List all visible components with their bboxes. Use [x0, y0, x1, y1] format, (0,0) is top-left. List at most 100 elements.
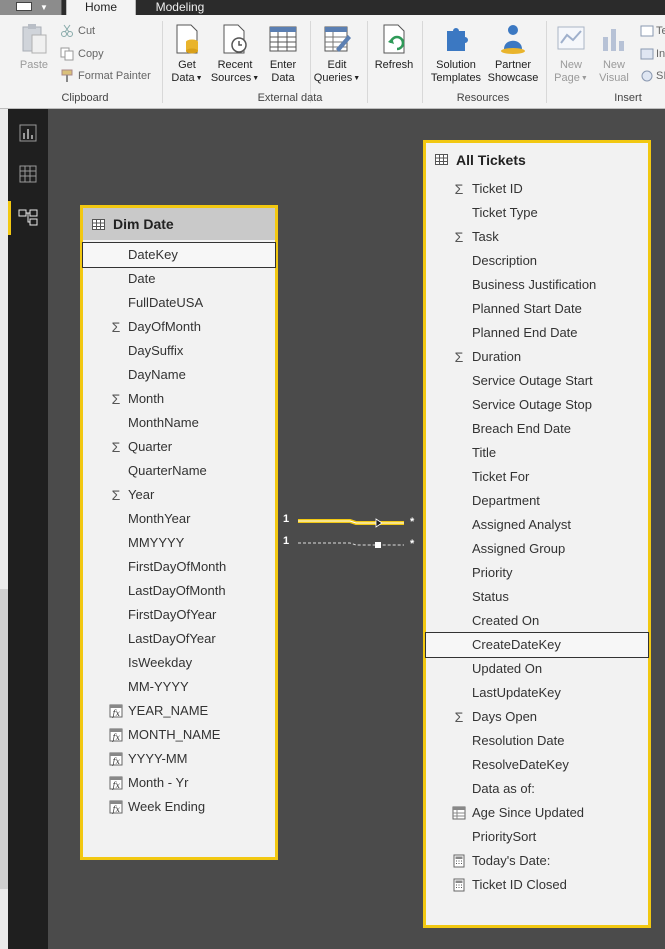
field-row[interactable]: fx YEAR_NAME — [83, 699, 275, 723]
table-title: Dim Date — [113, 216, 174, 232]
field-label: Quarter — [128, 439, 173, 454]
field-row[interactable]: ResolveDateKey — [426, 753, 648, 777]
field-row[interactable]: FirstDayOfMonth — [83, 555, 275, 579]
field-label: Status — [472, 589, 509, 604]
field-row[interactable]: LastUpdateKey — [426, 681, 648, 705]
field-label: FullDateUSA — [128, 295, 204, 310]
table-card-all-tickets[interactable]: All Tickets Σ Ticket ID Ticket Type Σ Task De… — [423, 140, 651, 928]
table-header[interactable]: Dim Date — [83, 208, 275, 240]
field-row[interactable]: Resolution Date — [426, 729, 648, 753]
field-row[interactable]: Ticket ID Closed — [426, 873, 648, 897]
field-label: PrioritySort — [472, 829, 537, 844]
field-row[interactable]: Planned End Date — [426, 321, 648, 345]
field-label: Business Justification — [472, 277, 597, 292]
field-row[interactable]: Σ Quarter — [83, 435, 275, 459]
field-row[interactable]: Description — [426, 249, 648, 273]
field-row[interactable]: LastDayOfMonth — [83, 579, 275, 603]
field-row[interactable]: DaySuffix — [83, 339, 275, 363]
calculated-column-icon: fx — [109, 776, 123, 790]
field-row[interactable]: MM-YYYY — [83, 675, 275, 699]
field-row[interactable]: LastDayOfYear — [83, 627, 275, 651]
field-row[interactable]: MonthName — [83, 411, 275, 435]
field-row[interactable]: Ticket Type — [426, 201, 648, 225]
sigma-icon: Σ — [111, 319, 121, 335]
field-label: DayName — [128, 367, 186, 382]
field-row[interactable]: Service Outage Stop — [426, 393, 648, 417]
field-row[interactable]: Σ Task — [426, 225, 648, 249]
sigma-icon: Σ — [454, 349, 464, 365]
table-header[interactable]: All Tickets — [426, 143, 648, 177]
field-row[interactable]: Priority — [426, 561, 648, 585]
field-row[interactable]: Age Since Updated — [426, 801, 648, 825]
field-row[interactable]: Service Outage Start — [426, 369, 648, 393]
field-row[interactable]: Created On — [426, 609, 648, 633]
field-row[interactable]: MonthYear — [83, 507, 275, 531]
field-row[interactable]: QuarterName — [83, 459, 275, 483]
field-label: Data as of: — [472, 781, 535, 796]
field-row[interactable]: Planned Start Date — [426, 297, 648, 321]
field-row[interactable]: Ticket For — [426, 465, 648, 489]
relationship-inactive[interactable] — [298, 542, 404, 548]
field-label: QuarterName — [128, 463, 207, 478]
field-label: Ticket Type — [472, 205, 538, 220]
field-row[interactable]: FullDateUSA — [83, 291, 275, 315]
field-row[interactable]: Today's Date: — [426, 849, 648, 873]
field-row[interactable]: Data as of: — [426, 777, 648, 801]
field-row[interactable]: Σ Year — [83, 483, 275, 507]
field-label: MM-YYYY — [128, 679, 189, 694]
svg-text:fx: fx — [112, 757, 121, 766]
field-row[interactable]: Σ Duration — [426, 345, 648, 369]
field-row[interactable]: Business Justification — [426, 273, 648, 297]
field-row[interactable]: Assigned Analyst — [426, 513, 648, 537]
field-row[interactable]: DayName — [83, 363, 275, 387]
field-row[interactable]: Σ DayOfMonth — [83, 315, 275, 339]
field-label: DayOfMonth — [128, 319, 201, 334]
relationship-cardinality-many: * — [410, 516, 415, 528]
table-card-dim-date[interactable]: Dim Date DateKey Date FullDateUSA Σ DayOfMon… — [80, 205, 278, 860]
table-title: All Tickets — [456, 152, 526, 168]
field-label: MMYYYY — [128, 535, 185, 550]
field-label: Days Open — [472, 709, 538, 724]
calculated-table-icon — [452, 806, 466, 820]
field-row[interactable]: Σ Month — [83, 387, 275, 411]
field-label: YEAR_NAME — [128, 703, 209, 718]
field-label: Month — [128, 391, 165, 406]
field-label: MONTH_NAME — [128, 727, 221, 742]
field-row[interactable]: FirstDayOfYear — [83, 603, 275, 627]
field-row[interactable]: fx YYYY-MM — [83, 747, 275, 771]
field-label: Resolution Date — [472, 733, 565, 748]
field-label: DateKey — [128, 247, 178, 262]
field-label: Year — [128, 487, 155, 502]
field-row[interactable]: Status — [426, 585, 648, 609]
field-row[interactable]: MMYYYY — [83, 531, 275, 555]
field-row[interactable]: Date — [83, 267, 275, 291]
field-row[interactable]: Title — [426, 441, 648, 465]
field-label: Date — [128, 271, 156, 286]
field-label: Planned Start Date — [472, 301, 582, 316]
field-row[interactable]: Department — [426, 489, 648, 513]
field-row[interactable]: Σ Ticket ID — [426, 177, 648, 201]
field-row[interactable]: fx Week Ending — [83, 795, 275, 819]
field-label: Task — [472, 229, 499, 244]
field-row[interactable]: Σ Days Open — [426, 705, 648, 729]
table-icon — [92, 219, 105, 230]
field-label: FirstDayOfMonth — [128, 559, 227, 574]
calculated-column-icon: fx — [109, 752, 123, 766]
field-row[interactable]: CreateDateKey — [425, 632, 649, 658]
field-row[interactable]: IsWeekday — [83, 651, 275, 675]
field-row[interactable]: DateKey — [82, 242, 276, 268]
sigma-icon: Σ — [111, 487, 121, 503]
field-row[interactable]: fx MONTH_NAME — [83, 723, 275, 747]
calculated-column-icon: fx — [109, 800, 123, 814]
field-row[interactable]: Updated On — [426, 657, 648, 681]
field-row[interactable]: Breach End Date — [426, 417, 648, 441]
relationship-active[interactable] — [298, 518, 404, 528]
field-row[interactable]: PrioritySort — [426, 825, 648, 849]
svg-text:fx: fx — [112, 733, 121, 742]
field-label: LastUpdateKey — [472, 685, 561, 700]
field-row[interactable]: fx Month - Yr — [83, 771, 275, 795]
field-label: Ticket ID — [472, 181, 523, 196]
field-row[interactable]: Assigned Group — [426, 537, 648, 561]
field-label: Week Ending — [128, 799, 206, 814]
field-label: Created On — [472, 613, 540, 628]
